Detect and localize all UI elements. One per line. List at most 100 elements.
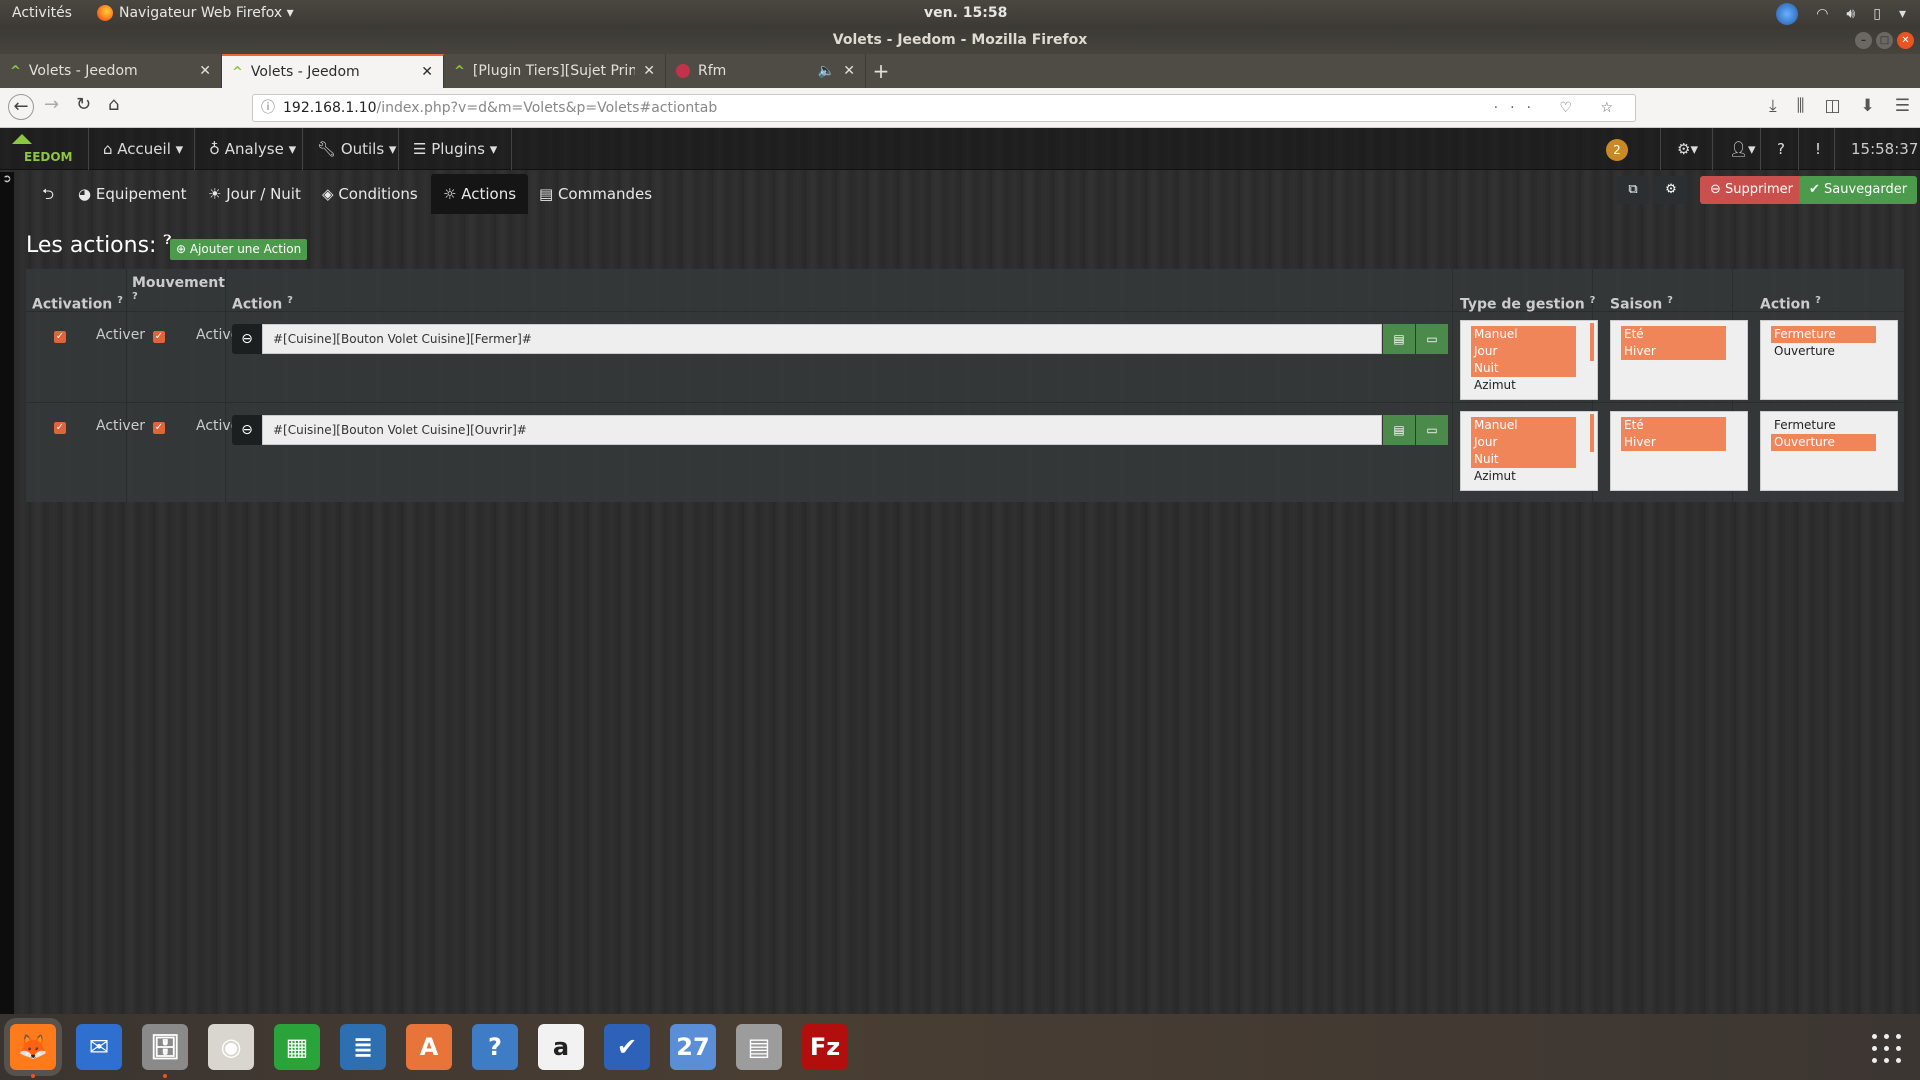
audio-playing-icon[interactable]: 🔈: [818, 63, 835, 79]
sidebar-toggle[interactable]: ➲: [0, 172, 14, 1014]
software-launcher-icon[interactable]: A: [406, 1024, 452, 1070]
calc-launcher-icon[interactable]: ▦: [274, 1024, 320, 1070]
tab-conditions[interactable]: ◈ Conditions: [310, 174, 430, 214]
select-command-button[interactable]: ▤: [1383, 324, 1415, 354]
close-tab-icon[interactable]: ✕: [421, 64, 433, 80]
system-clock[interactable]: ven. 15:58: [924, 5, 1007, 21]
browser-tab[interactable]: ^ [Plugin Tiers][Sujet Princ ✕: [444, 54, 666, 88]
add-action-button[interactable]: ⊕ Ajouter une Action: [170, 239, 308, 260]
mouvement-checkbox[interactable]: ✓: [153, 422, 165, 434]
advanced-config-button[interactable]: ⚙: [1655, 176, 1687, 204]
listbox-option[interactable]: Jour: [1471, 343, 1576, 360]
menu-analyse[interactable]: ♁ Analyse ▾: [194, 128, 310, 170]
saison-listbox[interactable]: Eté Hiver: [1610, 320, 1748, 400]
browser-tab[interactable]: ^ Volets - Jeedom ✕: [0, 54, 222, 88]
listbox-option[interactable]: Manuel: [1471, 417, 1576, 434]
action-type-listbox[interactable]: Fermeture Ouverture: [1760, 320, 1898, 400]
mouvement-checkbox[interactable]: ✓: [153, 331, 165, 343]
browser-tab[interactable]: Rfm 🔈 ✕: [666, 54, 866, 88]
download-icon[interactable]: ⤓: [1769, 96, 1777, 116]
url-bar[interactable]: ⓘ 192.168.1.10/index.php?v=d&m=Volets&p=…: [252, 94, 1636, 122]
activities-button[interactable]: Activités: [12, 5, 72, 21]
listbox-option[interactable]: Ouverture: [1771, 343, 1876, 360]
menu-plugins[interactable]: ☰ Plugins ▾: [398, 128, 513, 170]
notification-badge[interactable]: 2: [1606, 139, 1628, 161]
battery-icon[interactable]: ▯: [1873, 6, 1881, 22]
tab-jour-nuit[interactable]: ☀ Jour / Nuit: [196, 174, 313, 214]
minimize-button[interactable]: –: [1855, 32, 1872, 49]
close-tab-icon[interactable]: ✕: [643, 63, 655, 79]
menu-accueil[interactable]: ⌂ Accueil ▾: [88, 128, 197, 170]
listbox-option[interactable]: Nuit: [1471, 451, 1576, 468]
show-applications-button[interactable]: [1872, 1034, 1902, 1064]
listbox-option[interactable]: Jour: [1471, 434, 1576, 451]
command-options-button[interactable]: ▭: [1416, 415, 1448, 445]
action-type-listbox[interactable]: Fermeture Ouverture: [1760, 411, 1898, 491]
calculator-launcher-icon[interactable]: ▤: [736, 1024, 782, 1070]
action-command-input[interactable]: #[Cuisine][Bouton Volet Cuisine][Ouvrir]…: [262, 415, 1382, 445]
remove-action-button[interactable]: ⊖: [232, 415, 262, 445]
saison-listbox[interactable]: Eté Hiver: [1610, 411, 1748, 491]
listbox-option[interactable]: Nuit: [1471, 360, 1576, 377]
activation-checkbox[interactable]: ✓: [54, 422, 66, 434]
calendar-launcher-icon[interactable]: 27: [670, 1024, 716, 1070]
listbox-option[interactable]: Hiver: [1621, 343, 1726, 360]
app-menu[interactable]: Navigateur Web Firefox ▾: [97, 5, 294, 21]
notifications[interactable]: 2: [1590, 128, 1644, 170]
close-tab-icon[interactable]: ✕: [199, 63, 211, 79]
tab-commandes[interactable]: ▤ Commandes: [527, 174, 664, 214]
listbox-option[interactable]: Hiver: [1621, 434, 1726, 451]
files-launcher-icon[interactable]: 🗄: [142, 1024, 188, 1070]
wifi-icon[interactable]: ◠: [1816, 6, 1828, 22]
listbox-option[interactable]: Ouverture: [1771, 434, 1876, 451]
downloads-progress-icon[interactable]: ⬇: [1861, 96, 1875, 116]
volume-icon[interactable]: 🔊︎: [1846, 6, 1855, 22]
tasks-launcher-icon[interactable]: ✔: [604, 1024, 650, 1070]
delete-button[interactable]: ⊖ Supprimer: [1700, 176, 1803, 204]
select-command-button[interactable]: ▤: [1383, 415, 1415, 445]
listbox-option[interactable]: Fermeture: [1771, 417, 1876, 434]
hamburger-menu-icon[interactable]: ☰: [1895, 96, 1910, 116]
page-actions[interactable]: ··· ♡ ☆: [1494, 95, 1625, 121]
command-options-button[interactable]: ▭: [1416, 324, 1448, 354]
amazon-launcher-icon[interactable]: a: [538, 1024, 584, 1070]
remove-action-button[interactable]: ⊖: [232, 324, 262, 354]
config-menu[interactable]: ⚙▾: [1660, 128, 1714, 170]
forward-button[interactable]: →: [44, 94, 59, 115]
listbox-option[interactable]: Azimut: [1471, 377, 1576, 394]
listbox-option[interactable]: Manuel: [1471, 326, 1576, 343]
browser-tab-active[interactable]: ^ Volets - Jeedom ✕: [222, 54, 444, 88]
menu-caret-icon[interactable]: ▾: [1899, 6, 1906, 22]
back-circle-button[interactable]: ⮌: [30, 174, 66, 214]
firefox-launcher-icon[interactable]: 🦊: [10, 1024, 56, 1070]
jeedom-logo[interactable]: EEDOM: [10, 134, 76, 164]
arrow-circle-right-icon[interactable]: ➲: [2, 172, 11, 185]
system-tray[interactable]: ◠ 🔊︎ ▯ ▾: [1776, 3, 1906, 25]
new-tab-button[interactable]: +: [866, 54, 896, 88]
agent-icon[interactable]: [1776, 3, 1799, 25]
save-button[interactable]: ✔ Sauvegarder: [1799, 176, 1918, 204]
writer-launcher-icon[interactable]: ≣: [340, 1024, 386, 1070]
duplicate-button[interactable]: ⧉: [1617, 176, 1649, 204]
listbox-option[interactable]: Eté: [1621, 326, 1726, 343]
close-tab-icon[interactable]: ✕: [843, 63, 855, 79]
home-button[interactable]: ⌂: [108, 94, 119, 115]
close-window-button[interactable]: ✕: [1897, 32, 1914, 49]
info-button[interactable]: !: [1798, 128, 1837, 170]
listbox-option[interactable]: Eté: [1621, 417, 1726, 434]
reload-button[interactable]: ↻: [76, 94, 91, 115]
listbox-option[interactable]: Azimut: [1471, 468, 1576, 485]
activation-checkbox[interactable]: ✓: [54, 331, 66, 343]
menu-outils[interactable]: 🔧︎ Outils ▾: [302, 128, 410, 170]
tab-equipement[interactable]: ◕ Equipement: [66, 174, 199, 214]
listbox-option[interactable]: Fermeture: [1771, 326, 1876, 343]
library-icon[interactable]: ⫼: [1797, 96, 1805, 116]
action-command-input[interactable]: #[Cuisine][Bouton Volet Cuisine][Fermer]…: [262, 324, 1382, 354]
filezilla-launcher-icon[interactable]: Fz: [802, 1024, 848, 1070]
rhythmbox-launcher-icon[interactable]: ◉: [208, 1024, 254, 1070]
back-button[interactable]: ←: [8, 94, 34, 120]
tab-actions[interactable]: ☼ Actions: [431, 174, 529, 214]
help-launcher-icon[interactable]: ?: [472, 1024, 518, 1070]
sidebar-icon[interactable]: ◫: [1824, 96, 1840, 116]
maximize-button[interactable]: □: [1876, 32, 1893, 49]
